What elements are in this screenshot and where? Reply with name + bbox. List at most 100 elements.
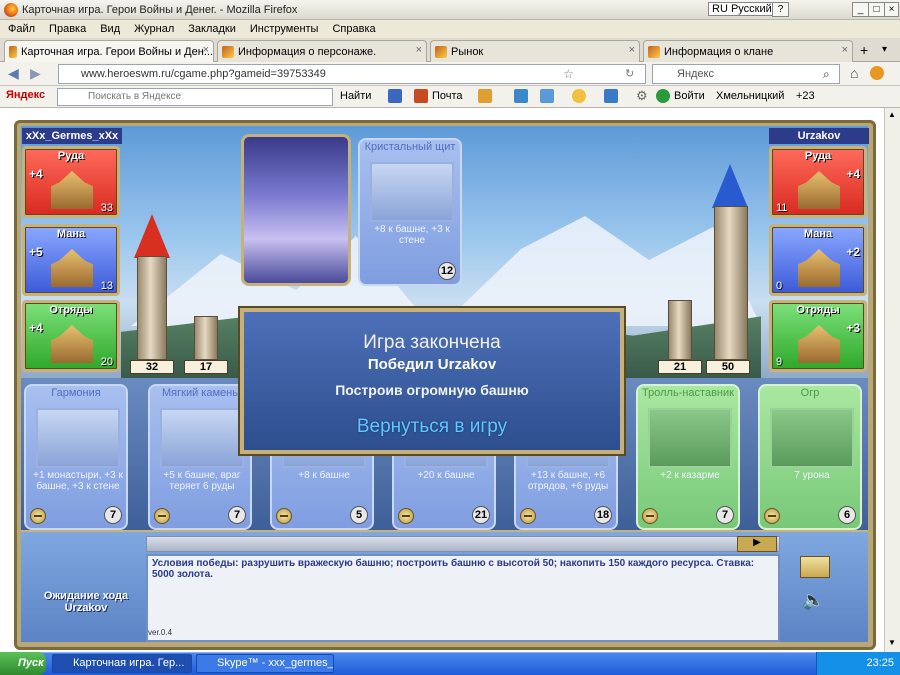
vertical-scrollbar[interactable]: ▲ ▼ <box>884 108 900 652</box>
card-cost: 6 <box>838 506 856 524</box>
search-icon[interactable]: ⌕ <box>823 67 830 82</box>
language-indicator[interactable]: RU Русский <box>708 2 776 16</box>
hand-card-ogre[interactable]: Огр 7 урона 6 <box>758 384 862 530</box>
menu-bookmarks[interactable]: Закладки <box>188 23 236 35</box>
system-tray: 23:25 <box>816 652 900 675</box>
money-icon[interactable] <box>478 89 492 103</box>
tab-favicon-icon <box>222 45 234 58</box>
hand-card-soft-stone[interactable]: Мягкий камень +5 к башне, враг теряет 6 … <box>148 384 252 530</box>
apps-icon[interactable] <box>604 89 618 103</box>
return-to-game-link[interactable]: Вернуться в игру <box>244 416 620 438</box>
resource-label: Мана <box>56 228 86 240</box>
tab-character-info[interactable]: Информация о персонаже. × <box>217 40 427 62</box>
resource-delta: +2 <box>846 245 860 259</box>
minimize-button[interactable]: _ <box>852 2 869 17</box>
close-button[interactable]: × <box>884 2 899 17</box>
scroll-down-icon[interactable]: ▼ <box>888 638 896 647</box>
taskbar-skype[interactable]: Skype™ - xxx_germes_xxx <box>196 654 334 673</box>
yandex-search-input[interactable]: Поискать в Яндексе <box>57 88 333 106</box>
yandex-tool-icon[interactable] <box>388 89 402 103</box>
left-resource-mana: Мана +5 13 <box>22 224 120 296</box>
resource-label: Мана <box>803 228 833 240</box>
discard-icon[interactable] <box>276 508 292 524</box>
close-tab-icon[interactable]: × <box>842 44 848 56</box>
forward-icon[interactable]: ▶ <box>30 65 41 82</box>
bookmark-star-icon[interactable]: ☆ <box>563 67 574 81</box>
discard-icon[interactable] <box>642 508 658 524</box>
tab-label: Информация о персонаже. <box>238 45 377 58</box>
tab-bar: Карточная игра. Герои Войны и Ден... × И… <box>0 38 900 63</box>
resource-count: 9 <box>776 356 783 368</box>
right-resource-ore: Руда +4 11 <box>769 146 867 218</box>
menu-history[interactable]: Журнал <box>134 23 174 35</box>
turn-status: Ожидание хода Urzakov <box>43 590 129 614</box>
card-description: +5 к башне, враг теряет 6 руды <box>163 470 241 492</box>
yandex-mail-button[interactable]: Почта <box>432 90 463 102</box>
card-description: +1 монастыри, +3 к башне, +3 к стене <box>33 470 123 492</box>
yandex-login-button[interactable]: Войти <box>674 90 705 102</box>
sound-icon[interactable]: 🔈 <box>802 590 824 611</box>
tab-market[interactable]: Рынок × <box>430 40 640 62</box>
game-over-title: Игра закончена <box>363 332 501 353</box>
right-resource-troops: Отряды +3 9 <box>769 300 867 372</box>
yandex-find-button[interactable]: Найти <box>340 90 371 102</box>
addon-icon[interactable] <box>870 66 884 80</box>
tab-favicon-icon <box>435 45 447 58</box>
resource-count: 20 <box>100 356 113 368</box>
hand-card-harmony[interactable]: Гармония +1 монастыри, +3 к башне, +3 к … <box>24 384 128 530</box>
new-tab-button[interactable]: + <box>860 42 868 58</box>
log-send-arrow-icon[interactable]: ▶ <box>737 536 777 552</box>
home-icon[interactable]: ⌂ <box>850 65 858 81</box>
reload-icon[interactable]: ↻ <box>625 67 634 80</box>
hand-card-troll-mentor[interactable]: Тролль-наставник +2 к казарме 7 <box>636 384 740 530</box>
yandex-city[interactable]: Хмельницкий <box>716 90 784 102</box>
search-input[interactable]: Яндекс ⌕ <box>652 64 840 84</box>
taskbar-firefox[interactable]: Карточная игра. Гер... <box>52 654 192 673</box>
help-icon[interactable]: ? <box>772 2 789 17</box>
card-cost: 7 <box>228 506 246 524</box>
discard-icon[interactable] <box>154 508 170 524</box>
fullscreen-icon[interactable] <box>800 556 830 578</box>
menu-file[interactable]: Файл <box>8 23 35 35</box>
window-title: Карточная игра. Герои Войны и Денег. - M… <box>22 3 298 16</box>
discard-icon[interactable] <box>398 508 414 524</box>
url-bar[interactable]: www.heroeswm.ru/cgame.php?gameid=3975334… <box>58 64 646 84</box>
tab-label: Карточная игра. Герои Войны и Ден... <box>20 46 213 58</box>
close-tab-icon[interactable]: × <box>629 44 635 56</box>
firefox-icon <box>4 2 18 17</box>
discard-icon[interactable] <box>30 508 46 524</box>
maximize-button[interactable]: □ <box>868 2 885 17</box>
menu-view[interactable]: Вид <box>100 23 120 35</box>
card-deck[interactable] <box>241 134 351 286</box>
resource-label: Руда <box>804 150 832 162</box>
start-button[interactable]: Пуск <box>0 652 46 675</box>
translate-icon[interactable] <box>514 89 528 103</box>
yandex-logo[interactable]: Яндекс <box>6 89 45 101</box>
close-tab-icon[interactable]: × <box>203 44 209 56</box>
menu-tools[interactable]: Инструменты <box>250 23 319 35</box>
tab-card-game[interactable]: Карточная игра. Герои Войны и Ден... × <box>4 40 214 63</box>
menu-help[interactable]: Справка <box>332 23 375 35</box>
troll-icon <box>648 408 732 468</box>
right-player-name: Urzakov <box>769 128 869 144</box>
close-tab-icon[interactable]: × <box>416 44 422 56</box>
back-icon[interactable]: ◀ <box>8 65 19 82</box>
bookmarks-icon[interactable] <box>540 89 554 103</box>
left-tower-roof <box>134 214 170 258</box>
menu-edit[interactable]: Правка <box>49 23 86 35</box>
yandex-search-placeholder: Поискать в Яндексе <box>88 91 182 102</box>
settings-gear-icon[interactable]: ⚙ <box>636 88 648 104</box>
scroll-up-icon[interactable]: ▲ <box>888 110 896 119</box>
yandex-weather[interactable]: +23 <box>796 90 815 102</box>
discard-icon[interactable] <box>520 508 536 524</box>
mine-icon <box>51 171 93 209</box>
discard-icon[interactable] <box>764 508 780 524</box>
left-tower-height: 32 <box>130 360 174 374</box>
card-description: +13 к башне, +6 отрядов, +6 руды <box>527 470 609 492</box>
tab-list-icon[interactable]: ▾ <box>882 44 887 55</box>
clock: 23:25 <box>866 657 894 669</box>
tab-clan-info[interactable]: Информация о клане × <box>643 40 853 62</box>
chat-icon[interactable] <box>572 89 586 103</box>
left-wall <box>194 316 218 360</box>
mail-icon[interactable] <box>414 89 428 103</box>
